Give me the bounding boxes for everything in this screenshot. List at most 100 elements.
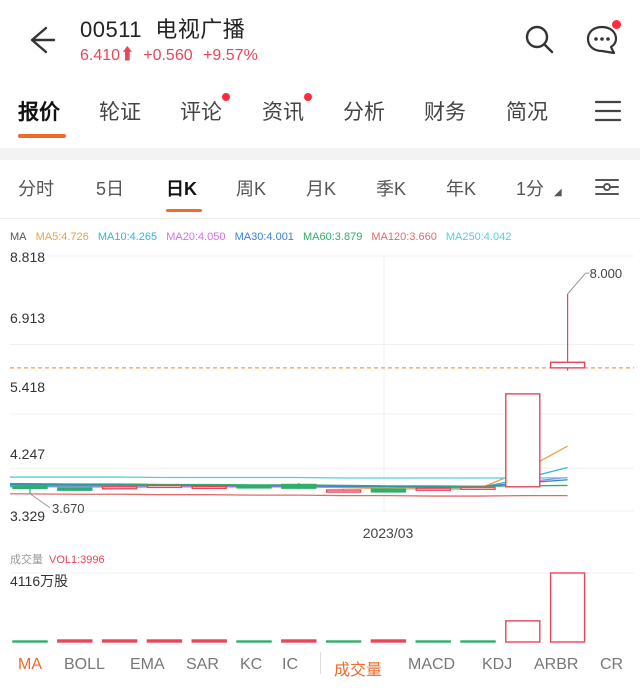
- volume-legend: 成交量 VOL1:3996: [10, 551, 105, 567]
- divider: [320, 652, 321, 674]
- chart-settings-icon[interactable]: [592, 174, 622, 200]
- indicator-tab-ic[interactable]: IC: [282, 656, 298, 674]
- search-icon[interactable]: [522, 22, 556, 56]
- y-tick-label: 3.329: [10, 508, 46, 524]
- stock-code: 00511: [80, 17, 143, 42]
- volume-bar: [549, 572, 586, 643]
- period-tab-minute-label: 1分: [516, 179, 545, 199]
- indicator-tab-ema[interactable]: EMA: [130, 656, 165, 674]
- notification-dot: [304, 93, 312, 101]
- volume-bar: [101, 639, 138, 643]
- indicator-tab-kdj[interactable]: KDJ: [482, 656, 512, 674]
- active-period-indicator: [166, 209, 202, 212]
- tab-finance[interactable]: 财务: [424, 96, 466, 126]
- divider: [0, 148, 640, 160]
- candle-body: [325, 489, 362, 493]
- dropdown-triangle-icon: ◢: [554, 187, 562, 198]
- tab-comments[interactable]: 评论: [180, 93, 230, 126]
- notification-dot: [222, 93, 230, 101]
- period-tab-yearly[interactable]: 年K: [446, 175, 476, 201]
- divider: [0, 218, 640, 219]
- ma5-value: MA5:4.726: [35, 231, 89, 243]
- indicator-tab-cr[interactable]: CR: [600, 656, 623, 674]
- candle-body: [57, 487, 93, 491]
- tab-comments-label: 评论: [180, 101, 222, 124]
- tab-news[interactable]: 资讯: [262, 93, 312, 126]
- notification-dot: [612, 20, 621, 29]
- period-tab-weekly[interactable]: 周K: [236, 175, 266, 201]
- ma-line-ma5: [10, 445, 568, 490]
- candle-body: [415, 487, 451, 491]
- candle-body: [12, 485, 48, 490]
- menu-icon[interactable]: [594, 98, 622, 124]
- price-change: +0.560: [143, 47, 193, 64]
- y-tick-label: 5.418: [10, 379, 46, 395]
- indicator-tab-volume[interactable]: 成交量: [334, 656, 382, 680]
- max-marker-line: [567, 272, 586, 295]
- ma-line-ma250: [10, 476, 568, 479]
- period-tab-daily[interactable]: 日K: [166, 175, 197, 201]
- ma-legend: MA MA5:4.726 MA10:4.265 MA20:4.050 MA30:…: [10, 231, 517, 243]
- period-tab-5day[interactable]: 5日: [96, 175, 124, 201]
- tab-quote[interactable]: 报价: [18, 96, 60, 126]
- ma-legend-prefix: MA: [10, 231, 27, 243]
- stock-name: 电视广播: [155, 17, 246, 42]
- volume-chart[interactable]: [0, 566, 640, 646]
- tab-warrants[interactable]: 轮证: [99, 96, 141, 126]
- candle-body: [101, 486, 138, 490]
- candle-body: [191, 485, 227, 490]
- period-tab-quarterly[interactable]: 季K: [376, 175, 406, 201]
- volume-bar: [370, 639, 407, 643]
- indicator-tab-kc[interactable]: KC: [240, 656, 262, 674]
- indicator-tab-boll[interactable]: BOLL: [64, 656, 105, 674]
- volume-bar: [415, 640, 451, 643]
- indicator-tab-ma[interactable]: MA: [18, 656, 42, 674]
- y-tick-label: 8.818: [10, 249, 46, 265]
- ma10-value: MA10:4.265: [97, 231, 158, 243]
- indicator-tab-sar[interactable]: SAR: [186, 656, 219, 674]
- period-tab-monthly[interactable]: 月K: [306, 175, 336, 201]
- candle-body: [236, 485, 272, 489]
- candle-body: [460, 486, 496, 490]
- active-tab-indicator: [18, 134, 66, 138]
- period-tab-intraday[interactable]: 分时: [18, 175, 54, 201]
- volume-label: 成交量: [10, 554, 43, 566]
- tab-news-label: 资讯: [262, 101, 304, 124]
- volume-bar: [146, 639, 183, 643]
- back-arrow-icon[interactable]: [22, 22, 58, 58]
- price-quote: 6.410 🠱 +0.560 +9.57%: [80, 44, 264, 71]
- candle-body: [549, 361, 586, 369]
- indicator-tab-macd[interactable]: MACD: [408, 656, 455, 674]
- volume-bar: [460, 640, 496, 643]
- ma250-value: MA250:4.042: [445, 231, 512, 243]
- kline-chart[interactable]: 2023/03 8.000 3.670: [0, 244, 640, 544]
- volume-bar: [236, 640, 272, 643]
- price: 6.410: [80, 47, 121, 64]
- stock-title: 00511 电视广播: [80, 12, 245, 44]
- min-price-label: 3.670: [52, 501, 85, 516]
- y-tick-label: 4.247: [10, 446, 46, 462]
- volume-bar: [505, 620, 541, 643]
- volume-bar: [325, 640, 362, 643]
- tab-analysis[interactable]: 分析: [343, 96, 385, 126]
- y-tick-label: 6.913: [10, 310, 46, 326]
- ma60-value: MA60:3.879: [303, 231, 363, 243]
- min-marker-line: [29, 493, 51, 509]
- chat-button[interactable]: [584, 20, 621, 58]
- up-arrow-icon: 🠱: [122, 47, 133, 64]
- candle-body: [505, 393, 541, 488]
- price-change-pct: +9.57%: [203, 47, 258, 64]
- ma-line-ma120: [9, 493, 568, 497]
- tab-profile[interactable]: 简况: [506, 96, 548, 126]
- ma20-value: MA20:4.050: [166, 231, 226, 243]
- candle-body: [146, 484, 183, 489]
- x-tick-label: 2023/03: [363, 525, 414, 541]
- candle-body: [281, 483, 317, 489]
- period-tab-minute[interactable]: 1分 ◢: [516, 175, 562, 201]
- indicator-tab-arbr[interactable]: ARBR: [534, 656, 578, 674]
- volume-value: VOL1:3996: [49, 554, 105, 566]
- volume-bar: [12, 640, 48, 643]
- ma30-value: MA30:4.001: [234, 231, 294, 243]
- ma120-value: MA120:3.660: [371, 231, 437, 243]
- volume-bar: [57, 639, 93, 643]
